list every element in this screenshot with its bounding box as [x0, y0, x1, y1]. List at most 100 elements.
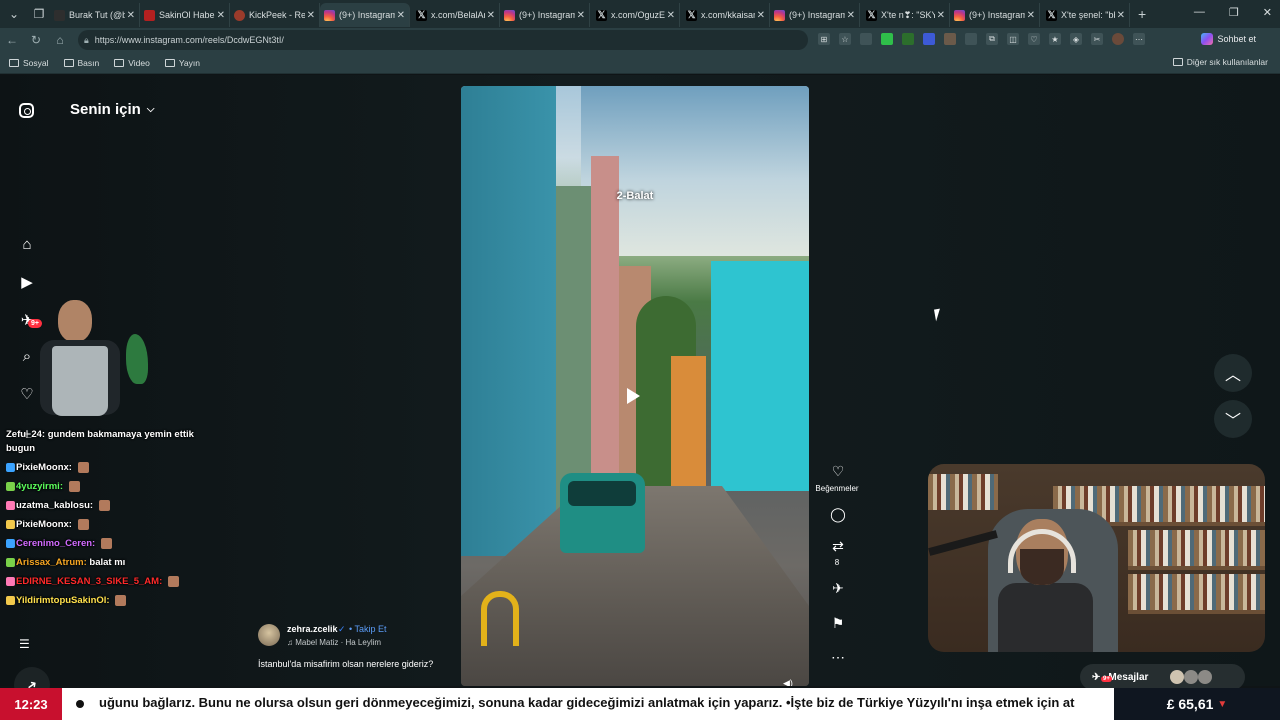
- tab-7[interactable]: 𝕏x.com/kkaisan ✕: [680, 3, 770, 27]
- bookmark-icon[interactable]: ⚑: [828, 615, 848, 632]
- screenshot-icon[interactable]: ✂: [1091, 33, 1103, 45]
- tab-11[interactable]: 𝕏 X'te şenel: "bb ✕: [1040, 3, 1130, 27]
- emote-icon: [115, 594, 127, 606]
- tab-close-icon[interactable]: ✕: [577, 10, 585, 21]
- browser-essentials-icon[interactable]: ♡: [1028, 33, 1040, 45]
- chat-username: 4yuzyirmi:: [16, 481, 63, 492]
- tab-actions-chevron-icon[interactable]: ⌄: [3, 3, 25, 25]
- tab-1[interactable]: SakinOl Haber ✕: [140, 3, 230, 27]
- tab-close-icon[interactable]: ✕: [307, 10, 315, 21]
- workspaces-icon[interactable]: ❐: [28, 3, 50, 25]
- reel-video[interactable]: 2-Balat ◀): [461, 86, 809, 686]
- new-tab-button[interactable]: +: [1138, 6, 1146, 22]
- more-options-icon[interactable]: ⋯: [828, 649, 848, 666]
- like-heart-icon[interactable]: ♡: [828, 463, 848, 480]
- bookmark-folder-sosyal[interactable]: Sosyal: [9, 58, 49, 68]
- like-label: Beğenmeler: [815, 484, 859, 493]
- instagram-favicon-icon: [774, 9, 785, 21]
- tab-close-icon[interactable]: ✕: [937, 10, 945, 21]
- emote-icon: [77, 461, 89, 473]
- reels-icon[interactable]: ▶: [18, 273, 36, 291]
- home-icon[interactable]: ⌂: [18, 235, 36, 253]
- bookmark-folder-yayin[interactable]: Yayın: [164, 58, 200, 68]
- tab-close-icon[interactable]: ✕: [1117, 10, 1125, 21]
- puzzle-extensions-icon[interactable]: ⧉: [986, 33, 998, 45]
- back-icon[interactable]: ←: [0, 33, 24, 47]
- tab-3[interactable]: (9+) Instagram ✕: [320, 3, 410, 27]
- extension-icon[interactable]: [860, 33, 872, 45]
- tab-title: SakinOl Haber: [159, 10, 215, 20]
- more-menu-icon[interactable]: ⋯: [1133, 33, 1145, 45]
- instagram-favicon-icon: [504, 9, 515, 21]
- chat-username: Arissax_Atrum:: [16, 557, 87, 568]
- home-icon[interactable]: ⌂: [48, 33, 72, 47]
- tab-title: x.com/kkaisan: [701, 10, 755, 20]
- hamburger-menu-icon[interactable]: ☰: [19, 637, 30, 651]
- follow-button[interactable]: • Takip Et: [349, 624, 387, 634]
- author-username[interactable]: zehra.zcelik: [287, 624, 338, 634]
- tab-close-icon[interactable]: ✕: [487, 10, 495, 21]
- tab-10[interactable]: (9+) Instagram ✕: [950, 3, 1040, 27]
- tab-close-icon[interactable]: ✕: [667, 10, 675, 21]
- tab-close-icon[interactable]: ✕: [847, 10, 855, 21]
- chat-message: YildirimtopuSakinOl:: [6, 594, 206, 608]
- refresh-icon[interactable]: ↻: [24, 33, 48, 47]
- tab-6[interactable]: 𝕏x.com/OguzEu ✕: [590, 3, 680, 27]
- tab-close-icon[interactable]: ✕: [217, 10, 225, 21]
- chat-badge-icon: [6, 576, 15, 586]
- reel-description: İstanbul'da misafirim olsan nerelere gid…: [258, 659, 434, 669]
- extension-icon[interactable]: [881, 33, 893, 45]
- tab-0[interactable]: Burak Tut (@b ✕: [50, 3, 140, 27]
- share-send-icon[interactable]: ✈: [828, 580, 848, 597]
- other-favorites-folder[interactable]: Diğer sık kullanılanlar: [1172, 57, 1268, 67]
- bookshelf-row: [1128, 574, 1265, 610]
- mute-icon[interactable]: ◀): [783, 678, 793, 686]
- collections-icon[interactable]: ◈: [1070, 33, 1082, 45]
- app-available-icon[interactable]: ⊞: [818, 33, 830, 45]
- chat-username: uzatma_kablosu:: [16, 500, 94, 511]
- tab-close-icon[interactable]: ✕: [757, 10, 765, 21]
- overlay-glass: [52, 346, 108, 416]
- bookmark-folder-basin[interactable]: Basın: [63, 58, 99, 68]
- chat-message: Arissax_Atrum: balat mı: [6, 556, 206, 570]
- comment-icon[interactable]: ◯: [828, 506, 848, 523]
- play-icon[interactable]: [627, 388, 640, 404]
- mouse-cursor-icon: [934, 308, 942, 322]
- tab-close-icon[interactable]: ✕: [397, 10, 405, 21]
- next-reel-button[interactable]: ﹀: [1214, 400, 1252, 438]
- instagram-logo-icon[interactable]: [19, 103, 34, 118]
- split-screen-icon[interactable]: ◫: [1007, 33, 1019, 45]
- tab-strip: ⌄ ❐ Burak Tut (@b ✕ SakinOl Haber ✕ KickPeek…: [0, 0, 1280, 28]
- tab-5[interactable]: (9+) Instagram ✕: [500, 3, 590, 27]
- chat-badge-icon: [6, 557, 15, 567]
- bookmark-folder-video[interactable]: Video: [114, 58, 150, 68]
- tab-close-icon[interactable]: ✕: [1027, 10, 1035, 21]
- extension-icon[interactable]: [902, 33, 914, 45]
- favorites-icon[interactable]: ★: [1049, 33, 1061, 45]
- favorite-star-icon[interactable]: ☆: [839, 33, 851, 45]
- tab-2[interactable]: KickPeek - Rea✕: [230, 3, 320, 27]
- feed-selector[interactable]: Senin için ⌵: [70, 101, 154, 118]
- previous-reel-button[interactable]: ︿: [1214, 354, 1252, 392]
- extension-icon[interactable]: [944, 33, 956, 45]
- tab-close-icon[interactable]: ✕: [127, 10, 135, 21]
- copilot-chat-button[interactable]: Sohbet et: [1201, 33, 1256, 45]
- profile-avatar[interactable]: [1112, 33, 1124, 45]
- repost-count: 8: [834, 558, 840, 567]
- chevron-down-icon: ⌵: [146, 104, 155, 115]
- messages-button[interactable]: ✈ 9+ Mesajlar: [1080, 664, 1245, 690]
- music-info[interactable]: ♫ Mabel Matiz · Ha Leylim: [287, 638, 381, 647]
- bookmark-label: Sosyal: [23, 57, 49, 68]
- webcam-overlay: [928, 464, 1265, 652]
- minimize-icon[interactable]: —: [1194, 6, 1205, 19]
- tab-4[interactable]: 𝕏x.com/BelalAr ✕: [410, 3, 500, 27]
- repost-icon[interactable]: ⇄: [828, 538, 848, 555]
- extension-icon[interactable]: [965, 33, 977, 45]
- restore-icon[interactable]: ❐: [1229, 6, 1239, 19]
- close-window-icon[interactable]: ✕: [1263, 6, 1272, 19]
- author-avatar[interactable]: [258, 624, 280, 646]
- url-field[interactable]: 🔒︎ https://www.instagram.com/reels/DcdwE…: [78, 30, 808, 50]
- tab-8[interactable]: (9+) Instagram ✕: [770, 3, 860, 27]
- extension-icon[interactable]: [923, 33, 935, 45]
- tab-9[interactable]: 𝕏 X'te n❣: "SKY ✕: [860, 3, 950, 27]
